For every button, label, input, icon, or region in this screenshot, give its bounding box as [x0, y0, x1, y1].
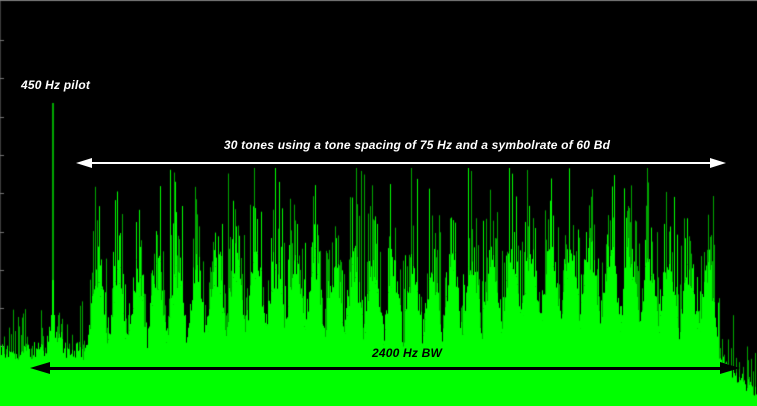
- bandwidth-span-arrow: [50, 367, 720, 370]
- bandwidth-label: 2400 Hz BW: [372, 346, 442, 360]
- tones-span-arrow: [92, 162, 710, 164]
- tones-label: 30 tones using a tone spacing of 75 Hz a…: [224, 138, 610, 152]
- pilot-label: 450 Hz pilot: [21, 78, 90, 92]
- spectrum-display: 450 Hz pilot 30 tones using a tone spaci…: [0, 0, 757, 406]
